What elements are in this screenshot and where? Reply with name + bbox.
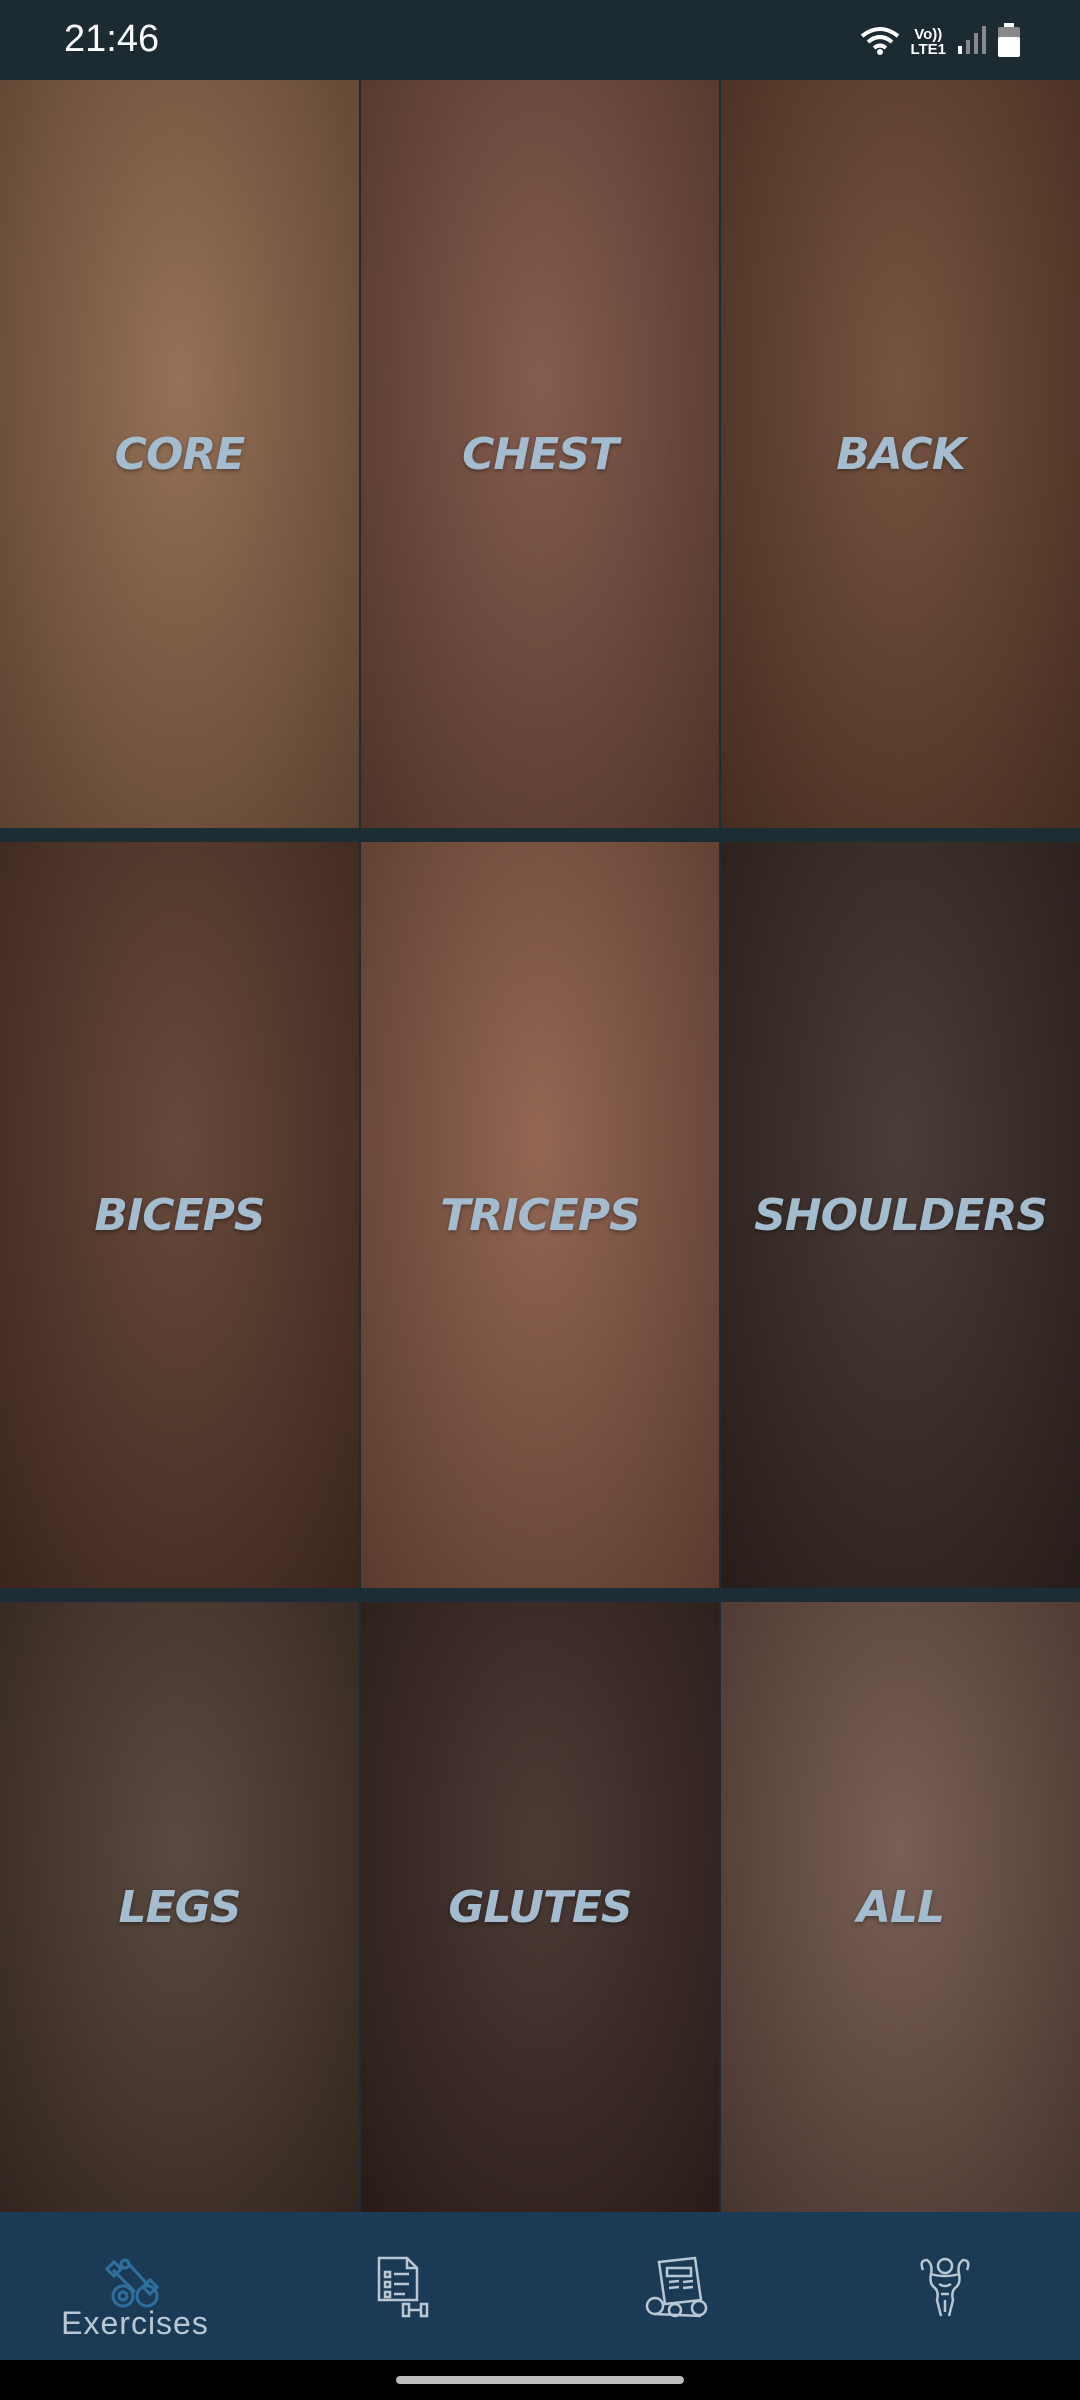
bottom-navigation: Exercises [0,2212,1080,2360]
category-tile-glutes[interactable]: GLUTES [361,1602,719,2212]
category-tile-shoulders[interactable]: SHOULDERS [721,842,1080,1588]
category-tile-legs[interactable]: LEGS [0,1602,359,2212]
category-label: ALL [856,1881,945,1933]
battery-icon [996,22,1022,63]
nav-item-workout-plan[interactable] [270,2212,540,2360]
category-tile-all[interactable]: ALL [721,1602,1080,2212]
category-label: LEGS [118,1881,242,1933]
status-icons: Vo)) LTE1 [860,22,1022,62]
category-label: BICEPS [94,1189,265,1241]
network-top: Vo)) [914,26,943,43]
category-tile-triceps[interactable]: TRICEPS [361,842,719,1588]
category-label: GLUTES [448,1881,632,1933]
network-bottom: LTE1 [910,41,946,58]
category-label: SHOULDERS [754,1189,1048,1241]
home-gesture-handle[interactable] [396,2376,684,2384]
nav-label: Exercises [61,2305,209,2341]
category-tile-back[interactable]: BACK [721,80,1080,828]
gesture-navigation-area [0,2360,1080,2400]
category-label: TRICEPS [440,1189,641,1241]
nav-item-muscles[interactable] [810,2212,1080,2360]
signal-icon [956,24,986,61]
nav-item-equipment[interactable] [540,2212,810,2360]
nav-item-exercises[interactable]: Exercises [0,2212,270,2360]
wifi-icon [860,24,900,61]
category-tile-chest[interactable]: CHEST [361,80,719,828]
category-tile-biceps[interactable]: BICEPS [0,842,359,1588]
status-time: 21:46 [64,18,160,60]
status-bar: 21:46 Vo)) LTE1 [0,0,1080,80]
category-grid: CORE CHEST BACK BICEPS TRICEPS SHOULDERS… [0,80,1080,2212]
network-label: Vo)) LTE1 [910,27,946,57]
category-label: CHEST [462,428,619,480]
category-tile-core[interactable]: CORE [0,80,359,828]
category-label: CORE [114,428,246,480]
category-label: BACK [836,428,966,480]
